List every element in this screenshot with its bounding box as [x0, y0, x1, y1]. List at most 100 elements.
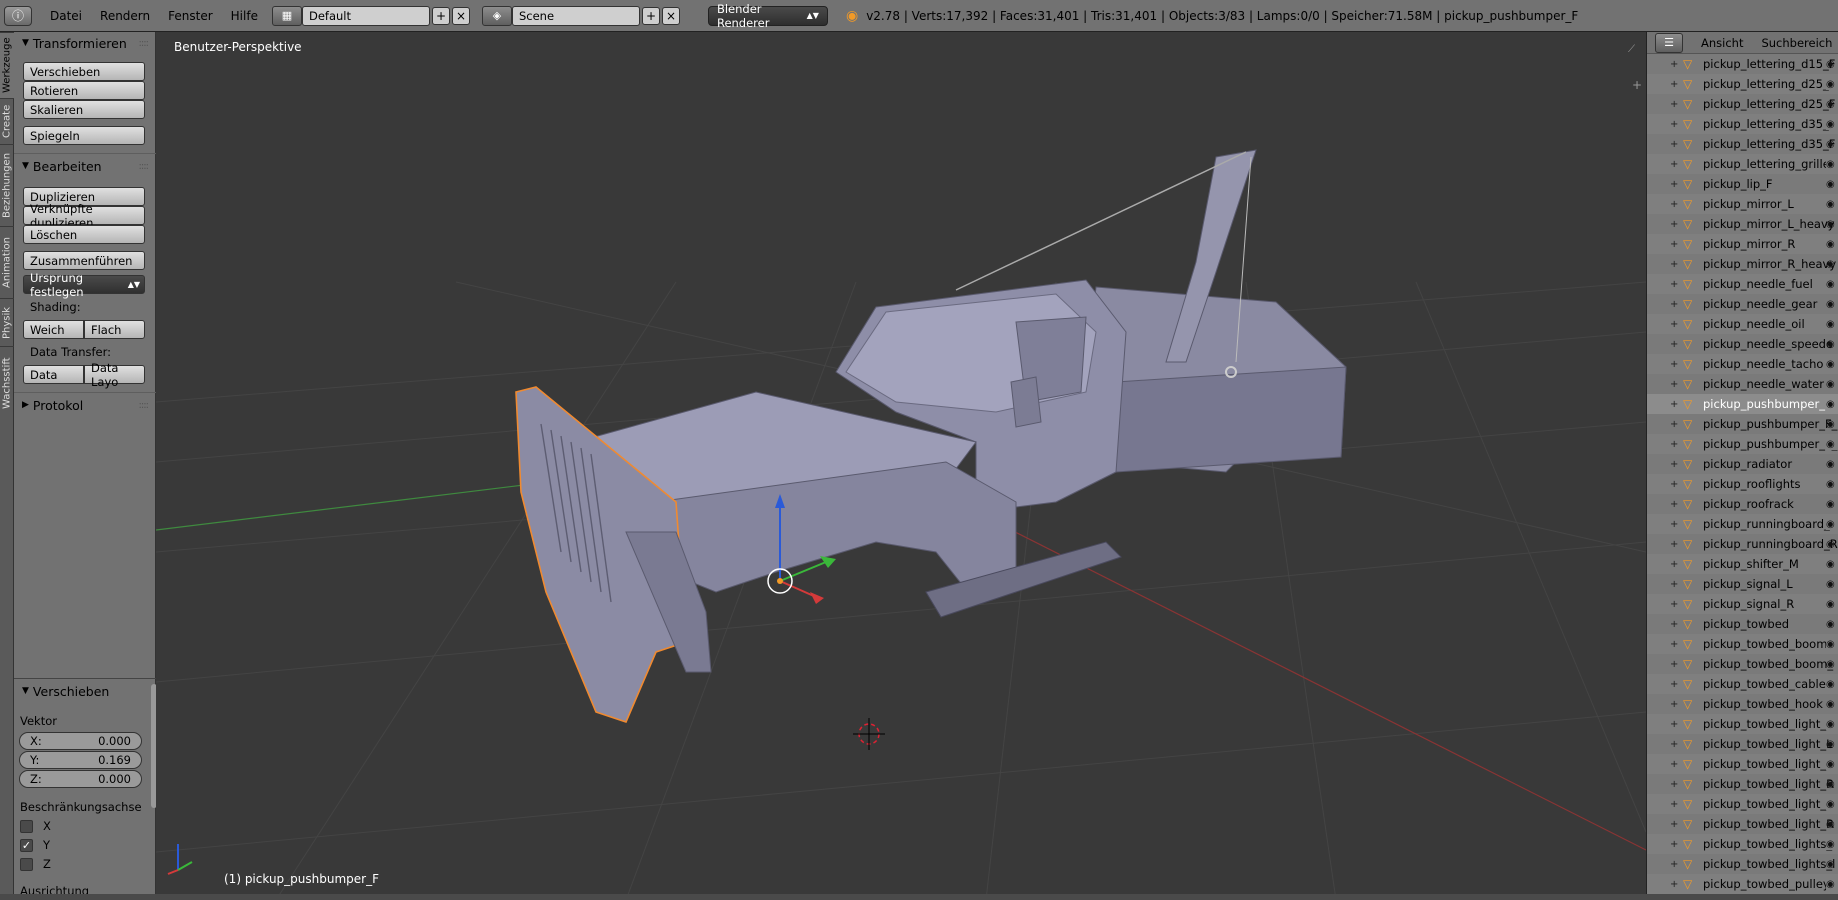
outliner-item[interactable]: + ▽ pickup_towbed_lights_l ◉	[1647, 854, 1838, 874]
screen-layout-field[interactable]: Default	[301, 5, 430, 26]
expand-plus-icon[interactable]: +	[1670, 99, 1680, 110]
expand-plus-icon[interactable]: +	[1670, 579, 1680, 590]
visibility-eye-icon[interactable]: ◉	[1826, 118, 1838, 130]
drag-grip-icon[interactable]: ::::	[139, 400, 150, 411]
visibility-eye-icon[interactable]: ◉	[1826, 299, 1838, 310]
outliner-item[interactable]: + ▽ pickup_needle_tacho ◉	[1647, 354, 1838, 374]
visibility-eye-icon[interactable]: ◉	[1826, 99, 1838, 110]
visibility-eye-icon[interactable]: ◉	[1826, 158, 1838, 170]
outliner-item[interactable]: + ▽ pickup_lip_F ◉	[1647, 174, 1838, 194]
constraint-z-checkbox[interactable]: Z	[20, 857, 51, 871]
expand-plus-icon[interactable]: +	[1670, 819, 1680, 830]
outliner-view-menu[interactable]: Ansicht	[1701, 36, 1743, 50]
checkbox-z[interactable]	[20, 857, 33, 871]
outliner-item[interactable]: + ▽ pickup_shifter_M ◉	[1647, 554, 1838, 574]
expand-plus-icon[interactable]: +	[1670, 359, 1680, 370]
expand-plus-icon[interactable]: +	[1670, 279, 1680, 290]
add-screen-button[interactable]: +	[431, 6, 450, 25]
outliner-item[interactable]: + ▽ pickup_signal_R ◉	[1647, 594, 1838, 614]
add-scene-button[interactable]: +	[641, 6, 660, 25]
expand-plus-icon[interactable]: +	[1670, 519, 1680, 530]
expand-plus-icon[interactable]: +	[1670, 59, 1680, 70]
transform-panel-header[interactable]: ▼ Transformieren ::::	[14, 32, 156, 54]
expand-plus-icon[interactable]: +	[1670, 179, 1680, 190]
expand-plus-icon[interactable]: +	[1670, 439, 1680, 450]
expand-plus-icon[interactable]: +	[1670, 679, 1680, 690]
expand-plus-icon[interactable]: +	[1670, 739, 1680, 750]
outliner-item[interactable]: + ▽ pickup_pushbumper_F_ ◉	[1647, 414, 1838, 434]
expand-plus-icon[interactable]: +	[1670, 139, 1680, 150]
screen-layout-browse-button[interactable]: ▦	[271, 5, 302, 26]
visibility-eye-icon[interactable]: ◉	[1826, 78, 1838, 90]
outliner-item[interactable]: + ▽ pickup_runningboard_L ◉	[1647, 514, 1838, 534]
expand-plus-icon[interactable]: +	[1670, 759, 1680, 770]
visibility-eye-icon[interactable]: ◉	[1826, 779, 1838, 790]
outliner-item[interactable]: + ▽ pickup_towbed_hook ◉	[1647, 694, 1838, 714]
outliner-item[interactable]: + ▽ pickup_mirror_L ◉	[1647, 194, 1838, 214]
tab-werkzeuge[interactable]: Werkzeuge	[0, 32, 14, 98]
visibility-eye-icon[interactable]: ◉	[1826, 598, 1838, 610]
visibility-eye-icon[interactable]: ◉	[1826, 379, 1838, 390]
visibility-eye-icon[interactable]: ◉	[1826, 238, 1838, 250]
outliner-item[interactable]: + ▽ pickup_lettering_d35_L ◉	[1647, 114, 1838, 134]
visibility-eye-icon[interactable]: ◉	[1826, 179, 1838, 190]
visibility-eye-icon[interactable]: ◉	[1826, 718, 1838, 730]
mirror-button[interactable]: Spiegeln	[23, 126, 145, 145]
scale-button[interactable]: Skalieren	[23, 100, 145, 119]
expand-plus-icon[interactable]: +	[1670, 219, 1680, 230]
visibility-eye-icon[interactable]: ◉	[1826, 499, 1838, 510]
visibility-eye-icon[interactable]: ◉	[1826, 478, 1838, 490]
outliner-item[interactable]: + ▽ pickup_towbed_light_L ◉	[1647, 734, 1838, 754]
outliner-editor-type-button[interactable]: ☰	[1655, 32, 1683, 53]
outliner-item[interactable]: + ▽ pickup_towbed_boom_ ◉	[1647, 654, 1838, 674]
outliner-item[interactable]: + ▽ pickup_towbed_lights_l ◉	[1647, 834, 1838, 854]
delete-scene-button[interactable]: ×	[661, 6, 680, 25]
tab-beziehungen[interactable]: Beziehungen	[0, 144, 14, 226]
visibility-eye-icon[interactable]: ◉	[1826, 259, 1838, 270]
expand-plus-icon[interactable]: +	[1670, 379, 1680, 390]
visibility-eye-icon[interactable]: ◉	[1826, 219, 1838, 230]
expand-plus-icon[interactable]: +	[1670, 479, 1680, 490]
outliner-item[interactable]: + ▽ pickup_runningboard_R ◉	[1647, 534, 1838, 554]
menu-hilfe[interactable]: Hilfe	[231, 9, 258, 23]
expand-plus-icon[interactable]: +	[1670, 799, 1680, 810]
visibility-eye-icon[interactable]: ◉	[1826, 358, 1838, 370]
edit-panel-header[interactable]: ▼ Bearbeiten ::::	[14, 155, 156, 177]
join-button[interactable]: Zusammenführen	[23, 251, 145, 270]
vector-z-field[interactable]: Z: 0.000	[19, 770, 142, 788]
outliner-item[interactable]: + ▽ pickup_roofrack ◉	[1647, 494, 1838, 514]
tab-physik[interactable]: Physik	[0, 298, 14, 346]
outliner-item[interactable]: + ▽ pickup_pushbumper_F_ ◉	[1647, 434, 1838, 454]
expand-plus-icon[interactable]: +	[1670, 239, 1680, 250]
expand-plus-icon[interactable]: +	[1670, 559, 1680, 570]
render-engine-select[interactable]: Blender Renderer ▲▼	[707, 2, 828, 30]
expand-plus-icon[interactable]: +	[1670, 639, 1680, 650]
visibility-eye-icon[interactable]: ◉	[1826, 558, 1838, 570]
visibility-eye-icon[interactable]: ◉	[1826, 438, 1838, 450]
outliner-item[interactable]: + ▽ pickup_lettering_grille ◉	[1647, 154, 1838, 174]
region-expand-icon[interactable]: ⟋	[1628, 44, 1635, 55]
scene-field[interactable]: Scene	[511, 5, 640, 26]
visibility-eye-icon[interactable]: ◉	[1826, 459, 1838, 470]
visibility-eye-icon[interactable]: ◉	[1826, 198, 1838, 210]
translate-button[interactable]: Verschieben	[23, 62, 145, 81]
expand-plus-icon[interactable]: +	[1670, 199, 1680, 210]
outliner-item[interactable]: + ▽ pickup_rooflights ◉	[1647, 474, 1838, 494]
visibility-eye-icon[interactable]: ◉	[1826, 659, 1838, 670]
visibility-eye-icon[interactable]: ◉	[1826, 278, 1838, 290]
outliner-item[interactable]: + ▽ pickup_lettering_d35_F ◉	[1647, 134, 1838, 154]
expand-plus-icon[interactable]: +	[1670, 159, 1680, 170]
outliner-item[interactable]: + ▽ pickup_needle_gear ◉	[1647, 294, 1838, 314]
outliner-item[interactable]: + ▽ pickup_needle_oil ◉	[1647, 314, 1838, 334]
expand-plus-icon[interactable]: +	[1670, 779, 1680, 790]
scene-browse-button[interactable]: ◈	[481, 5, 512, 26]
visibility-eye-icon[interactable]: ◉	[1826, 819, 1838, 830]
outliner-item[interactable]: + ▽ pickup_needle_fuel ◉	[1647, 274, 1838, 294]
visibility-eye-icon[interactable]: ◉	[1826, 798, 1838, 810]
outliner-item[interactable]: + ▽ pickup_towbed ◉	[1647, 614, 1838, 634]
expand-plus-icon[interactable]: +	[1670, 299, 1680, 310]
visibility-eye-icon[interactable]: ◉	[1826, 539, 1838, 550]
data-transfer-button[interactable]: Data	[23, 365, 84, 384]
expand-plus-icon[interactable]: +	[1670, 339, 1680, 350]
outliner-item[interactable]: + ▽ pickup_pushbumper_F ◉	[1647, 394, 1838, 414]
